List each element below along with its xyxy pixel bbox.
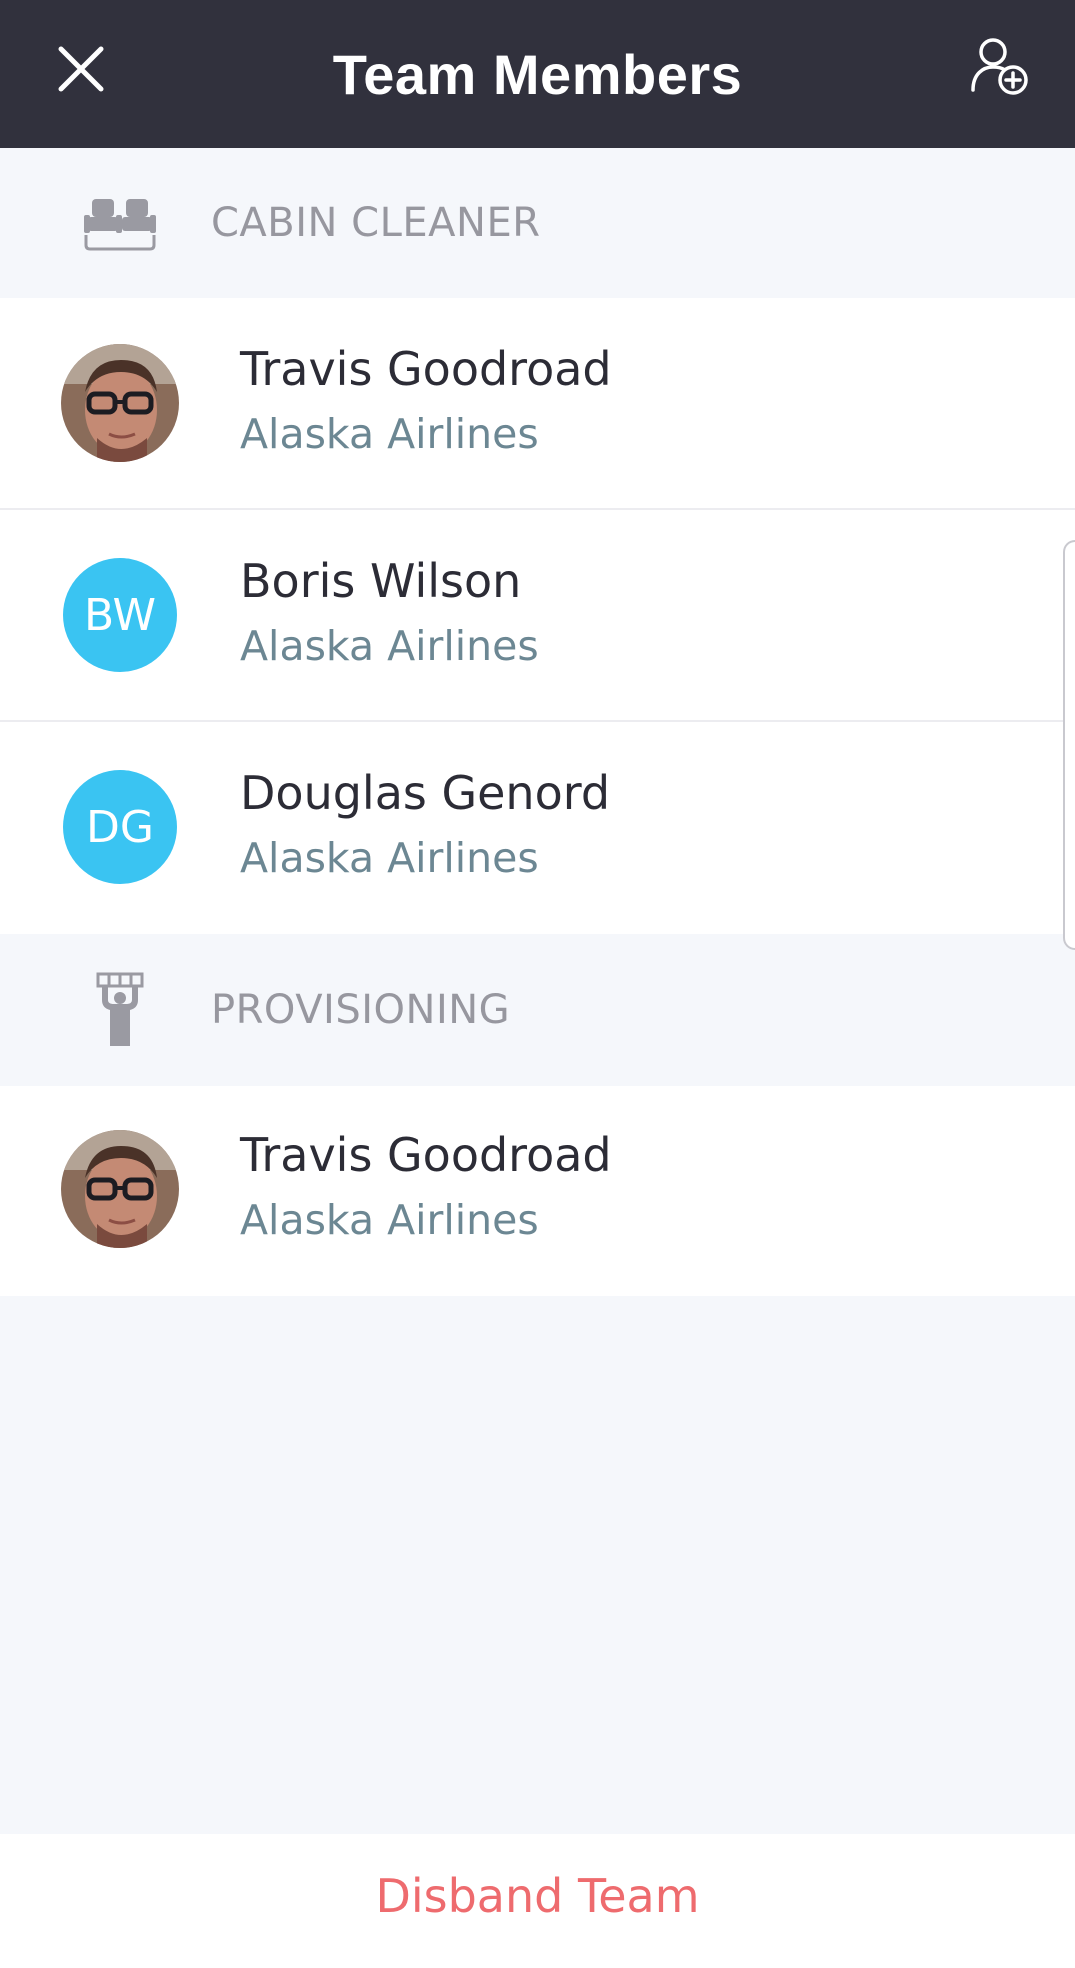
disband-team-button[interactable]: Disband Team <box>375 1869 699 1923</box>
member-list-provisioning: Travis Goodroad Alaska Airlines <box>0 1086 1075 1296</box>
member-name: Boris Wilson <box>240 554 522 608</box>
close-icon <box>58 46 104 92</box>
section-header-cabin-cleaner: CABIN CLEANER <box>0 148 1075 298</box>
close-button[interactable] <box>50 38 112 100</box>
provisioning-icon <box>82 972 158 1046</box>
avatar <box>61 344 179 462</box>
footer-bar: Disband Team <box>0 1834 1075 1968</box>
member-row[interactable]: DG Douglas Genord Alaska Airlines <box>0 722 1075 934</box>
add-member-button[interactable] <box>965 30 1037 102</box>
member-list-cabin-cleaner: Travis Goodroad Alaska Airlines BW Boris… <box>0 298 1075 934</box>
member-organization: Alaska Airlines <box>240 410 539 458</box>
member-row[interactable]: Travis Goodroad Alaska Airlines <box>0 298 1075 510</box>
member-organization: Alaska Airlines <box>240 834 539 882</box>
member-row[interactable]: Travis Goodroad Alaska Airlines <box>0 1086 1075 1296</box>
member-organization: Alaska Airlines <box>240 622 539 670</box>
seats-icon <box>82 191 158 255</box>
member-name: Douglas Genord <box>240 766 611 820</box>
page-title: Team Members <box>332 42 743 106</box>
edge-panel-handle[interactable] <box>1063 540 1075 950</box>
member-row[interactable]: BW Boris Wilson Alaska Airlines <box>0 510 1075 722</box>
section-header-provisioning: PROVISIONING <box>0 934 1075 1086</box>
member-name: Travis Goodroad <box>240 1128 612 1182</box>
section-label: PROVISIONING <box>211 987 511 1033</box>
avatar: BW <box>63 558 177 672</box>
add-user-icon <box>971 38 1028 95</box>
section-label: CABIN CLEANER <box>211 200 541 246</box>
member-name: Travis Goodroad <box>240 342 612 396</box>
app-header: Team Members <box>0 0 1075 148</box>
avatar: DG <box>63 770 177 884</box>
avatar <box>61 1130 179 1248</box>
member-organization: Alaska Airlines <box>240 1196 539 1244</box>
